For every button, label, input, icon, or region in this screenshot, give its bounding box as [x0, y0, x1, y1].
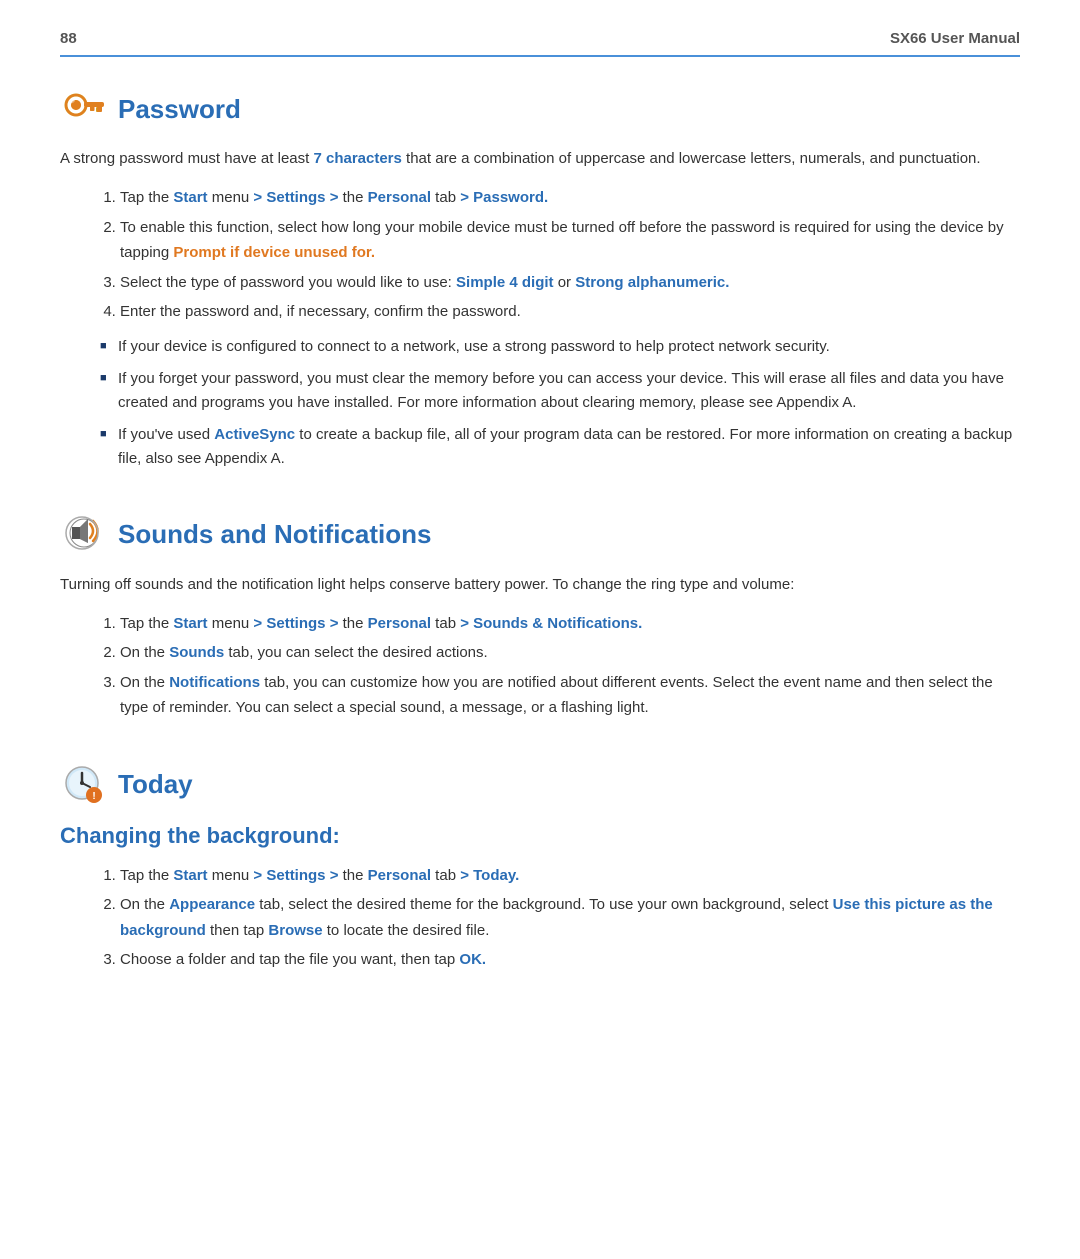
- section-sounds-header: Sounds and Notifications: [60, 511, 1020, 559]
- sounds-step-1: Tap the Start menu > Settings > the Pers…: [120, 611, 1020, 637]
- sounds-step-3: On the Notifications tab, you can custom…: [120, 670, 1020, 721]
- section-today: ! Today Changing the background: Tap the…: [60, 761, 1020, 973]
- password-step-1: Tap the Start menu > Settings > the Pers…: [120, 185, 1020, 211]
- prompt-link: Prompt if device unused for.: [173, 244, 375, 261]
- section-today-header: ! Today: [60, 761, 1020, 809]
- sounds-notif-link: > Sounds & Notifications.: [460, 615, 642, 632]
- password-intro-highlight-characters: 7 characters: [313, 150, 401, 167]
- start-link-2: Start: [173, 615, 207, 632]
- start-link-1: Start: [173, 189, 207, 206]
- password-step-2: To enable this function, select how long…: [120, 215, 1020, 266]
- today-steps-list: Tap the Start menu > Settings > the Pers…: [120, 863, 1020, 973]
- password-link-1: > Password.: [460, 189, 548, 206]
- password-step-3: Select the type of password you would li…: [120, 270, 1020, 296]
- password-intro: A strong password must have at least 7 c…: [60, 147, 1020, 171]
- sounds-tab-link: Sounds: [169, 644, 224, 661]
- gt-settings-3: > Settings >: [253, 867, 338, 884]
- personal-link-2: Personal: [368, 615, 431, 632]
- password-steps-list: Tap the Start menu > Settings > the Pers…: [120, 185, 1020, 325]
- sounds-intro: Turning off sounds and the notification …: [60, 573, 1020, 597]
- sounds-steps-list: Tap the Start menu > Settings > the Pers…: [120, 611, 1020, 721]
- page-title-header: SX66 User Manual: [890, 30, 1020, 47]
- section-sounds: Sounds and Notifications Turning off sou…: [60, 511, 1020, 721]
- password-bullet-2: If you forget your password, you must cl…: [100, 367, 1020, 415]
- password-bullet-1: If your device is configured to connect …: [100, 335, 1020, 359]
- gt-settings-1: > Settings >: [253, 189, 338, 206]
- personal-link-1: Personal: [368, 189, 431, 206]
- browse-link: Browse: [268, 922, 322, 939]
- password-bullets-list: If your device is configured to connect …: [100, 335, 1020, 471]
- notifications-tab-link: Notifications: [169, 674, 260, 691]
- personal-link-3: Personal: [368, 867, 431, 884]
- password-bullet-3: If you've used ActiveSync to create a ba…: [100, 423, 1020, 471]
- password-step-4: Enter the password and, if necessary, co…: [120, 299, 1020, 325]
- appearance-link: Appearance: [169, 896, 255, 913]
- sounds-section-title: Sounds and Notifications: [118, 519, 431, 550]
- today-step-1: Tap the Start menu > Settings > the Pers…: [120, 863, 1020, 889]
- ok-link: OK.: [459, 951, 486, 968]
- today-subsection-title: Changing the background:: [60, 823, 1020, 849]
- page-container: 88 SX66 User Manual Password: [0, 0, 1080, 1259]
- password-section-title: Password: [118, 94, 241, 125]
- page-number: 88: [60, 30, 77, 47]
- section-password-header: Password: [60, 85, 1020, 133]
- today-section-title: Today: [118, 769, 193, 800]
- activesync-link: ActiveSync: [214, 426, 295, 443]
- svg-text:!: !: [92, 791, 95, 802]
- password-icon: [60, 85, 108, 133]
- gt-settings-2: > Settings >: [253, 615, 338, 632]
- today-link: > Today.: [460, 867, 519, 884]
- strong-alpha-link: Strong alphanumeric.: [575, 274, 729, 291]
- today-step-3: Choose a folder and tap the file you wan…: [120, 947, 1020, 973]
- sounds-icon: [60, 511, 108, 559]
- sounds-step-2: On the Sounds tab, you can select the de…: [120, 640, 1020, 666]
- simple-4-link: Simple 4 digit: [456, 274, 554, 291]
- section-password: Password A strong password must have at …: [60, 85, 1020, 471]
- today-icon: !: [60, 761, 108, 809]
- page-header: 88 SX66 User Manual: [60, 30, 1020, 57]
- today-step-2: On the Appearance tab, select the desire…: [120, 892, 1020, 943]
- start-link-3: Start: [173, 867, 207, 884]
